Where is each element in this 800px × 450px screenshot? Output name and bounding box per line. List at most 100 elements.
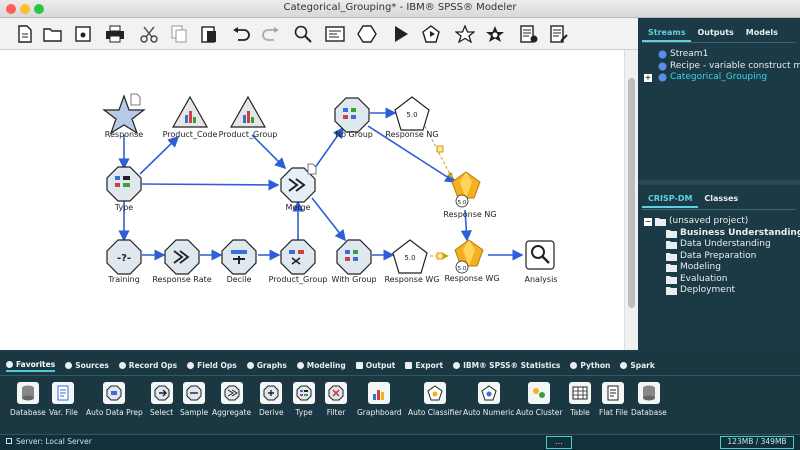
tab-models[interactable]: Models (740, 26, 784, 42)
undo-icon[interactable] (228, 21, 254, 47)
stream-name: Recipe - variable construct mu (670, 60, 800, 71)
palette-tab-sources[interactable]: Sources (65, 358, 109, 372)
output-icon[interactable] (516, 21, 542, 47)
palette-item-graphboard[interactable]: Graphboard (357, 382, 402, 417)
field-ops-icon (187, 361, 195, 369)
copy-icon[interactable] (166, 21, 192, 47)
palette-item-auto-cluster[interactable]: Auto Cluster (516, 382, 562, 417)
tab-crisp-dm[interactable]: CRISP-DM (642, 192, 699, 208)
palette-tab-spss-statistics[interactable]: IBM® SPSS® Statistics (453, 358, 560, 372)
palette-item-sample[interactable]: Sample (180, 382, 208, 417)
folder-icon (666, 275, 677, 284)
analysis-node-icon[interactable] (525, 240, 555, 270)
svg-text:5.0: 5.0 (406, 111, 417, 119)
project-folder[interactable]: Data Preparation (644, 251, 800, 263)
palette-item-auto-classifier[interactable]: Auto Classifier (408, 382, 462, 417)
palette-item-flat-file[interactable]: Flat File (599, 382, 628, 417)
response-ng-nugget-icon[interactable]: 5.0 (451, 171, 481, 208)
palette-tab-python[interactable]: Python (570, 358, 610, 372)
auto-cluster-icon (528, 382, 551, 404)
new-stream-icon[interactable] (12, 21, 38, 47)
tab-classes[interactable]: Classes (698, 192, 744, 208)
status-ellipsis-button[interactable]: ... (546, 436, 572, 449)
auto-numeric-icon (477, 382, 500, 404)
palette-item-filter[interactable]: Filter (325, 382, 347, 417)
with-group-node-icon[interactable] (336, 239, 372, 275)
project-folder[interactable]: Deployment (644, 285, 800, 297)
palette-item-database-export[interactable]: Database (631, 382, 667, 417)
favorite-icon[interactable] (452, 21, 478, 47)
tab-divider (642, 42, 796, 43)
canvas-vertical-scrollbar[interactable] (624, 50, 638, 350)
palette-item-database-source[interactable]: Database (10, 382, 46, 417)
palette-item-auto-numeric[interactable]: Auto Numeric (463, 382, 514, 417)
derive-icon (260, 382, 283, 404)
run-selection-icon[interactable] (418, 21, 444, 47)
palette-tab-modeling[interactable]: Modeling (296, 358, 346, 372)
palette-item-var-file[interactable]: Var. File (49, 382, 78, 417)
palette-item-type[interactable]: Type (293, 382, 315, 417)
merge-node-icon[interactable] (280, 163, 317, 203)
response-node-icon[interactable] (102, 93, 146, 135)
palette-item-aggregate[interactable]: Aggregate (212, 382, 251, 417)
annotation-icon[interactable] (546, 21, 572, 47)
supernode-icon[interactable] (354, 21, 380, 47)
folder-label: Data Preparation (680, 250, 757, 261)
project-root[interactable]: − (unsaved project) (644, 216, 800, 228)
no-group-node-icon[interactable] (334, 97, 370, 133)
link-graph-merge (251, 134, 287, 170)
palette-tab-graphs[interactable]: Graphs (246, 358, 287, 372)
palette-item-table[interactable]: Table (569, 382, 591, 417)
print-icon[interactable] (102, 21, 128, 47)
product-group-derive-node-icon[interactable] (280, 239, 316, 275)
response-wg-nugget-icon[interactable]: 5.0 (454, 239, 484, 274)
redo-icon[interactable] (258, 21, 284, 47)
database-icon (16, 382, 39, 404)
tab-outputs[interactable]: Outputs (691, 26, 739, 42)
palette-tab-record-ops[interactable]: Record Ops (118, 358, 177, 372)
save-stream-icon[interactable] (70, 21, 96, 47)
run-icon[interactable] (388, 21, 414, 47)
stream-item[interactable]: Stream1 (644, 49, 800, 61)
stream-properties-icon[interactable] (322, 21, 348, 47)
response-wg-model-node-icon[interactable]: 5.0 (392, 239, 428, 274)
palette-item-auto-data-prep[interactable]: Auto Data Prep (86, 382, 143, 417)
var-file-icon (52, 382, 75, 404)
palette-tab-export[interactable]: Export (405, 358, 443, 372)
project-folder[interactable]: Data Understanding (644, 239, 800, 251)
canvas-scroll-thumb[interactable] (628, 78, 635, 308)
expand-icon[interactable]: + (644, 73, 652, 82)
panel-splitter[interactable] (638, 180, 800, 185)
project-folder[interactable]: Modeling (644, 262, 800, 274)
palette-tab-favorites[interactable]: Favorites (6, 358, 56, 372)
collapse-icon[interactable]: − (644, 217, 652, 226)
palette-tab-field-ops[interactable]: Field Ops (187, 358, 237, 372)
project-folder[interactable]: Business Understanding (644, 228, 800, 240)
project-folder[interactable]: Evaluation (644, 274, 800, 286)
palette-tab-output[interactable]: Output (355, 358, 395, 372)
response-rate-node-icon[interactable] (164, 239, 200, 275)
cut-icon[interactable] (136, 21, 162, 47)
palette-item-select[interactable]: Select (150, 382, 173, 417)
favorite-settings-icon[interactable] (482, 21, 508, 47)
palette-item-derive[interactable]: Derive (259, 382, 284, 417)
palette-tab-spark[interactable]: Spark (620, 358, 655, 372)
stream-canvas[interactable]: 5.0 5.0 -?- 5.0 5.0 Response Product_Cod… (0, 50, 624, 350)
type-node-icon[interactable] (106, 166, 142, 202)
folder-icon (666, 264, 677, 273)
stream-item-active[interactable]: + Categorical_Grouping (644, 72, 800, 84)
stream-item[interactable]: Recipe - variable construct mu (644, 61, 800, 73)
model-link-marker-ng (436, 145, 444, 153)
search-icon[interactable] (290, 21, 316, 47)
open-stream-icon[interactable] (40, 21, 66, 47)
tab-streams[interactable]: Streams (642, 26, 692, 42)
memory-usage[interactable]: 123MB / 349MB (720, 436, 794, 449)
training-node-icon[interactable]: -?- (106, 239, 142, 275)
product-code-node-icon[interactable] (171, 95, 209, 128)
decile-node-icon[interactable] (221, 239, 257, 275)
server-status[interactable]: Server: Local Server (16, 437, 92, 446)
paste-icon[interactable] (196, 21, 222, 47)
response-ng-model-node-icon[interactable]: 5.0 (394, 96, 430, 131)
product-group-graph-node-icon[interactable] (229, 95, 267, 128)
favorites-icon (6, 360, 13, 368)
